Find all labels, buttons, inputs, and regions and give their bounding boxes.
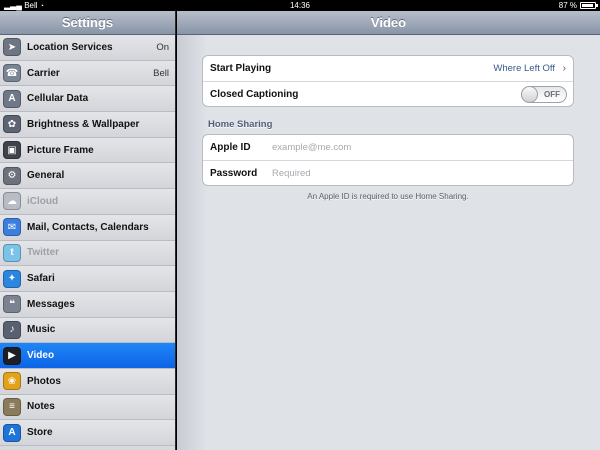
sidebar-item-label: Music	[27, 324, 56, 336]
apple-id-row[interactable]: Apple ID example@me.com	[203, 135, 573, 160]
sidebar-item-location-services[interactable]: ➤ Location Services On	[0, 35, 175, 61]
sidebar-item-store[interactable]: A Store	[0, 420, 175, 446]
sidebar-item-music[interactable]: ♪ Music	[0, 317, 175, 344]
home-sharing-footnote: An Apple ID is required to use Home Shar…	[307, 192, 469, 201]
sidebar-item-label: Brightness & Wallpaper	[27, 118, 140, 130]
sidebar-item-label: Cellular Data	[27, 93, 89, 105]
phone-icon: ☎	[3, 64, 21, 83]
picture-frame-icon: ▣	[3, 141, 21, 160]
sidebar-item-carrier[interactable]: ☎ Carrier Bell	[0, 60, 175, 87]
sidebar-item-picture-frame[interactable]: ▣ Picture Frame	[0, 137, 175, 164]
toggle-state: OFF	[544, 90, 560, 99]
password-row[interactable]: Password Required	[203, 160, 573, 185]
mail-icon: ✉	[3, 218, 21, 237]
home-sharing-group: Apple ID example@me.com Password Require…	[202, 134, 574, 186]
clock: 14:36	[289, 1, 311, 10]
sidebar-list: ➤ Location Services On ☎ Carrier Bell A Cellula…	[0, 35, 175, 446]
sidebar-item-label: Photos	[27, 375, 61, 387]
start-playing-label: Start Playing	[210, 63, 272, 74]
sidebar-item-twitter[interactable]: t Twitter	[0, 240, 175, 267]
notepad-icon: ≡	[3, 397, 21, 416]
sidebar-item-general[interactable]: ⚙ General	[0, 163, 175, 190]
password-field[interactable]: Required	[272, 168, 311, 179]
sidebar-item-label: Notes	[27, 401, 55, 413]
bird-icon: t	[3, 243, 21, 262]
playback-group: Start Playing Where Left Off › Closed Ca…	[202, 55, 574, 107]
sidebar-item-safari[interactable]: ✦ Safari	[0, 266, 175, 292]
sidebar-item-label: Location Services	[27, 41, 113, 53]
sidebar-item-label: Video	[27, 350, 55, 362]
closed-captioning-toggle[interactable]: OFF	[521, 86, 567, 103]
sidebar-item-label: Messages	[27, 298, 75, 310]
sidebar-item-photos[interactable]: ❀ Photos	[0, 368, 175, 395]
cloud-icon: ☁	[3, 192, 21, 211]
chevron-right-icon: ›	[562, 63, 566, 74]
sidebar-item-label: Twitter	[27, 247, 60, 259]
battery-indicator: 87 %	[558, 0, 598, 11]
app-store-icon: A	[3, 423, 21, 442]
music-note-icon: ♪	[3, 320, 21, 339]
apple-id-label: Apple ID	[210, 142, 251, 153]
sidebar-item-value: Bell	[153, 67, 169, 79]
sidebar-item-messages[interactable]: ❝ Messages	[0, 291, 175, 318]
video-settings-panel: Video Start Playing Where Left Off › Clo…	[177, 11, 600, 450]
settings-sidebar: Settings ➤ Location Services On ☎ Carrier Bel…	[0, 11, 176, 450]
sidebar-item-label: Carrier	[27, 67, 60, 79]
sidebar-item-label: Mail, Contacts, Calendars	[27, 221, 149, 233]
sidebar-item-mail-contacts-calendars[interactable]: ✉ Mail, Contacts, Calendars	[0, 214, 175, 241]
sidebar-item-icloud[interactable]: ☁ iCloud	[0, 189, 175, 215]
sidebar-item-cellular-data[interactable]: A Cellular Data	[0, 86, 175, 113]
flower-icon: ✿	[3, 115, 21, 134]
apple-id-field[interactable]: example@me.com	[272, 142, 351, 153]
sidebar-item-value: On	[156, 41, 169, 53]
sidebar-item-label: iCloud	[27, 195, 59, 207]
status-bar: ▂▃▄ Bell ◔ 14:36 87 %	[0, 0, 600, 11]
sidebar-item-label: Store	[27, 427, 53, 439]
compass-icon: ✦	[3, 269, 21, 288]
gear-icon: ⚙	[3, 166, 21, 185]
battery-percent: 87 %	[558, 1, 577, 10]
password-label: Password	[210, 167, 258, 179]
sidebar-item-label: General	[27, 170, 65, 182]
sidebar-item-video[interactable]: ▶ Video	[0, 343, 175, 369]
start-playing-row[interactable]: Start Playing Where Left Off ›	[203, 56, 573, 81]
antenna-icon: A	[3, 89, 21, 108]
battery-icon	[580, 2, 598, 9]
sidebar-item-brightness-wallpaper[interactable]: ✿ Brightness & Wallpaper	[0, 112, 175, 138]
closed-captioning-label: Closed Captioning	[210, 88, 299, 100]
sidebar-item-label: Picture Frame	[27, 144, 94, 156]
page-title: Video	[177, 11, 600, 35]
closed-captioning-row: Closed Captioning OFF	[203, 81, 573, 106]
location-arrow-icon: ➤	[3, 38, 21, 57]
start-playing-value: Where Left Off	[493, 63, 555, 74]
toggle-knob	[521, 86, 538, 103]
sunflower-icon: ❀	[3, 372, 21, 391]
sidebar-item-notes[interactable]: ≡ Notes	[0, 394, 175, 421]
sidebar-title: Settings	[0, 11, 175, 35]
sidebar-item-label: Safari	[27, 273, 55, 285]
home-sharing-section-title: Home Sharing	[208, 119, 273, 130]
clapperboard-icon: ▶	[3, 346, 21, 365]
speech-bubble-icon: ❝	[3, 295, 21, 314]
